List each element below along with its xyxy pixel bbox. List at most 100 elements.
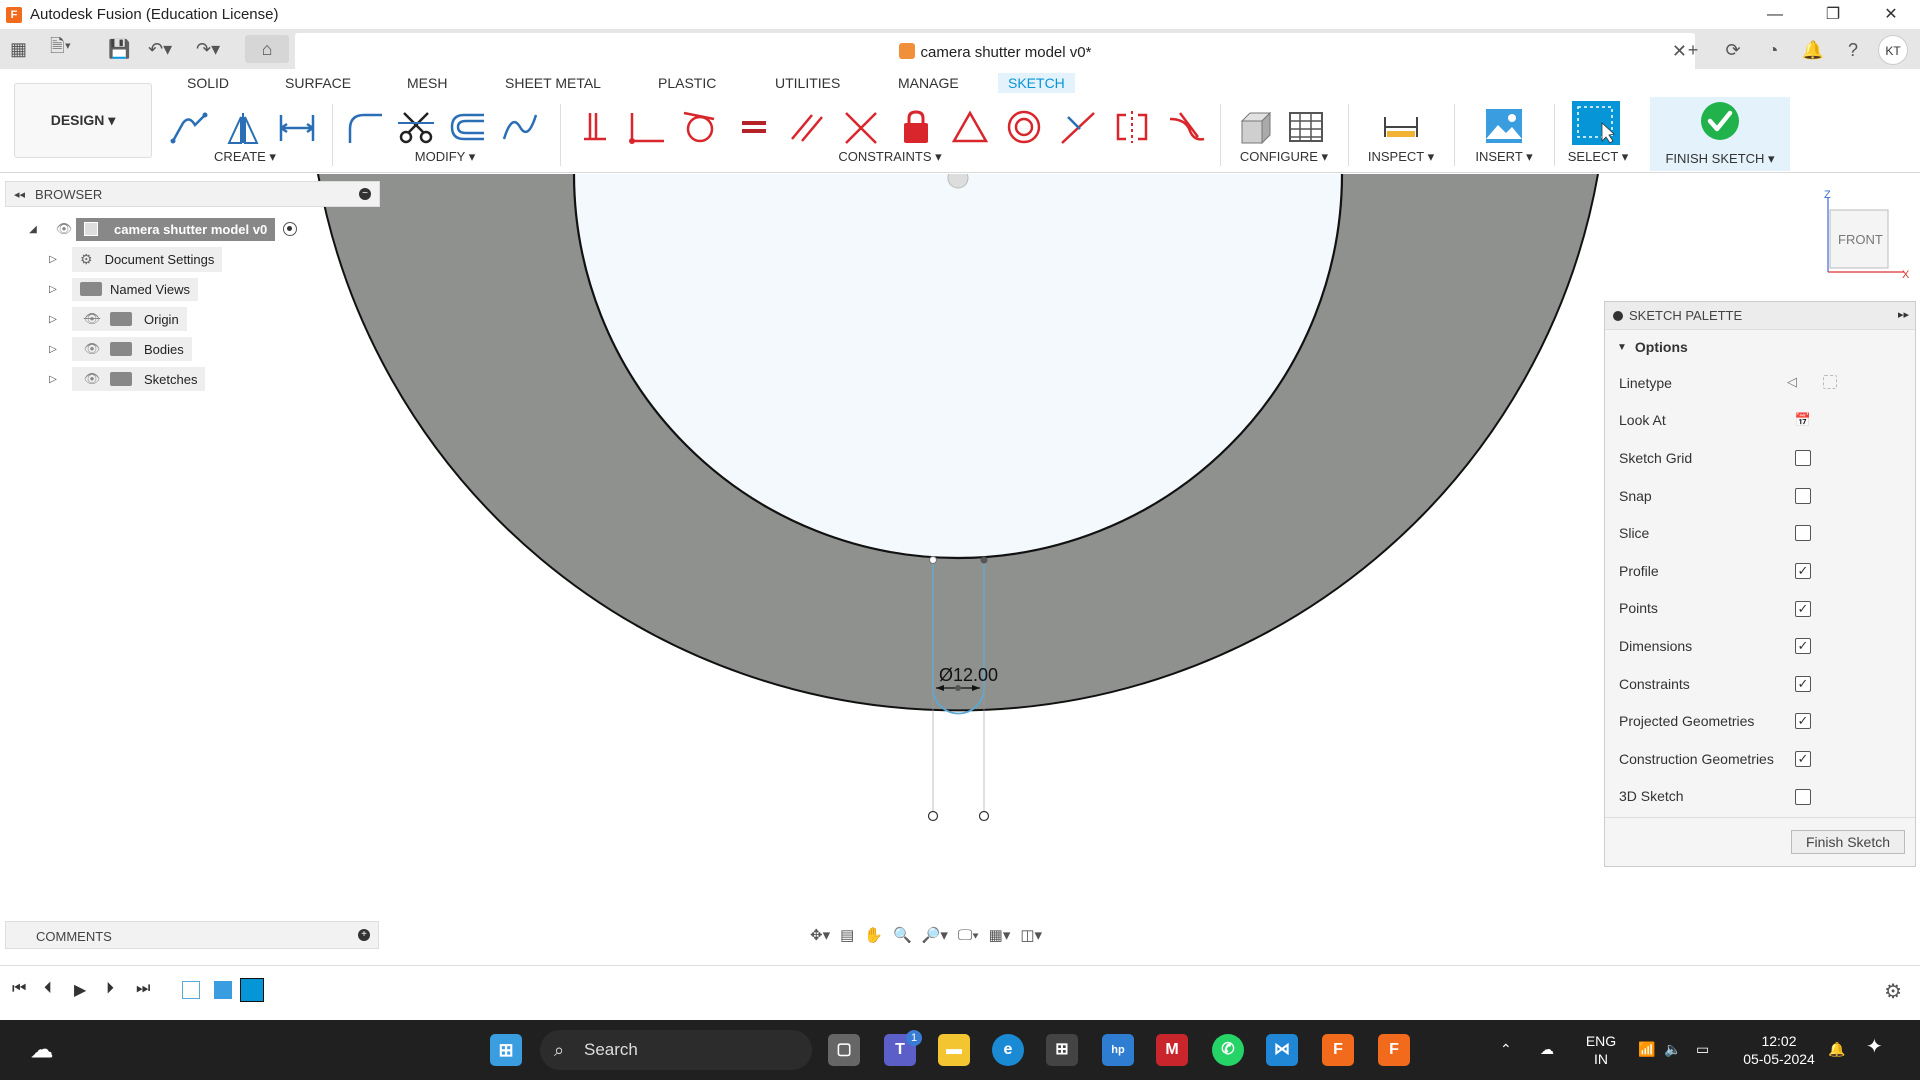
tangent-icon[interactable] [680, 109, 720, 145]
expand-triangle-icon[interactable]: ▷ [46, 284, 60, 295]
concentric-icon[interactable] [1004, 109, 1044, 145]
close-window-button[interactable]: ✕ [1862, 0, 1920, 29]
visibility-eye-icon[interactable]: 👁 [80, 341, 104, 357]
construction-linetype-icon[interactable]: ◁ [1787, 375, 1797, 391]
language-indicator[interactable]: ENG IN [1584, 1032, 1618, 1068]
save-icon[interactable]: 💾 [108, 35, 130, 63]
trim-icon[interactable] [396, 109, 436, 145]
play-icon[interactable]: ▶ [74, 980, 86, 1000]
tree-row-named-views[interactable]: ▷ Named Views [46, 277, 198, 301]
viewports-icon[interactable]: ◫▾ [1020, 926, 1042, 944]
diameter-dimension[interactable]: Ø12.00 [939, 665, 998, 685]
collinear-icon[interactable] [1058, 109, 1098, 145]
palette-expand-icon[interactable]: ▸▸ [1898, 308, 1909, 321]
battery-icon[interactable]: ▭ [1696, 1040, 1709, 1058]
extensions-icon[interactable]: ⟳ [1718, 35, 1748, 65]
home-icon[interactable]: ⌂ [245, 35, 289, 63]
insert-menu[interactable]: INSERT ▾ [1462, 149, 1546, 165]
create-menu[interactable]: CREATE ▾ [165, 149, 325, 165]
tab-sheet-metal[interactable]: SHEET METAL [505, 73, 601, 93]
user-avatar[interactable]: KT [1878, 35, 1908, 65]
onedrive-icon[interactable]: ☁ [1540, 1040, 1554, 1058]
edge-browser-icon[interactable]: e [992, 1034, 1024, 1066]
task-view-icon[interactable]: ▢ [828, 1034, 860, 1066]
store-icon[interactable]: ⊞ [1046, 1034, 1078, 1066]
finish-sketch-group[interactable]: FINISH SKETCH ▾ [1650, 97, 1790, 171]
tab-manage[interactable]: MANAGE [898, 73, 959, 93]
apps-grid-icon[interactable]: ▦ [10, 35, 27, 63]
wifi-icon[interactable]: 📶 [1638, 1040, 1655, 1058]
insert-image-icon[interactable] [1484, 109, 1524, 145]
file-menu-icon[interactable]: 🗎▾ [50, 35, 71, 63]
new-tab-icon[interactable]: + [1678, 35, 1708, 65]
job-status-icon[interactable]: ◔ [1758, 35, 1788, 65]
select-window-icon[interactable] [1572, 101, 1620, 145]
timeline-sketch-feature-icon[interactable] [182, 981, 200, 999]
go-to-start-icon[interactable]: ⏮ [12, 980, 26, 998]
help-icon[interactable]: ? [1838, 35, 1868, 65]
palette-header[interactable]: SKETCH PALETTE ▸▸ [1605, 302, 1915, 330]
select-menu[interactable]: SELECT ▾ [1560, 149, 1636, 165]
tab-sketch[interactable]: SKETCH [998, 73, 1075, 93]
coincident-icon[interactable] [626, 109, 666, 145]
tree-row-bodies[interactable]: ▷ 👁 Bodies [46, 337, 192, 361]
profile-checkbox[interactable]: ✓ [1795, 562, 1811, 579]
finish-sketch-menu[interactable]: FINISH SKETCH ▾ [1650, 151, 1790, 167]
zoom-icon[interactable]: 🔍 [893, 926, 912, 944]
symmetry-icon[interactable] [1112, 109, 1152, 145]
construction-geometries-checkbox[interactable]: ✓ [1795, 750, 1811, 767]
undo-icon[interactable]: ↶▾ [148, 35, 172, 63]
parallel-icon[interactable] [788, 109, 828, 145]
tab-utilities[interactable]: UTILITIES [775, 73, 840, 93]
fusion-preview-taskbar-icon[interactable]: F [1378, 1034, 1410, 1066]
configure-menu[interactable]: CONFIGURE ▾ [1228, 149, 1340, 165]
configuration-table-icon[interactable] [1286, 109, 1326, 145]
tree-row-root[interactable]: ◢ 👁 camera shutter model v0 [26, 217, 298, 241]
browser-header[interactable]: ◂◂ BROWSER − [5, 181, 380, 207]
weather-icon[interactable]: ☁ [26, 1034, 58, 1066]
grid-settings-icon[interactable]: ▦▾ [989, 926, 1011, 944]
go-to-end-icon[interactable]: ⏭ [136, 980, 150, 998]
minimize-button[interactable]: — [1746, 0, 1804, 29]
comments-panel[interactable]: COMMENTS + [5, 921, 379, 949]
timeline-extrude-feature-icon[interactable] [214, 981, 232, 999]
midpoint-icon[interactable] [950, 109, 990, 145]
timeline-active-sketch-icon[interactable] [240, 978, 264, 1002]
constraints-checkbox[interactable]: ✓ [1795, 675, 1811, 692]
myhp-icon[interactable]: hp [1102, 1034, 1134, 1066]
tab-solid[interactable]: SOLID [187, 73, 229, 93]
step-forward-icon[interactable]: ⏵ [106, 980, 114, 998]
measure-icon[interactable] [1381, 109, 1421, 145]
horizontal-vertical-icon[interactable] [578, 109, 618, 145]
copilot-icon[interactable]: ✦ [1866, 1037, 1883, 1057]
projected-geometries-checkbox[interactable]: ✓ [1795, 713, 1811, 730]
tree-row-origin[interactable]: ▷ 👁 Origin [46, 307, 187, 331]
tree-row-document-settings[interactable]: ▷ ⚙ Document Settings [46, 246, 223, 272]
visibility-eye-icon[interactable]: 👁 [52, 221, 76, 237]
mirror-icon[interactable] [223, 109, 263, 145]
viewcube[interactable]: Z X FRONT [1820, 190, 1910, 280]
modify-menu[interactable]: MODIFY ▾ [340, 149, 550, 165]
tab-mesh[interactable]: MESH [407, 73, 447, 93]
tab-plastic[interactable]: PLASTIC [658, 73, 716, 93]
windows-start-icon[interactable]: ⊞ [490, 1034, 522, 1066]
document-tab[interactable]: camera shutter model v0* ✕ [295, 33, 1695, 69]
dimensions-checkbox[interactable]: ✓ [1795, 638, 1811, 655]
whatsapp-icon[interactable]: ✆ [1212, 1034, 1244, 1066]
display-settings-icon[interactable]: 🖵▾ [958, 927, 979, 944]
constraints-menu[interactable]: CONSTRAINTS ▾ [570, 149, 1210, 165]
palette-pin-icon[interactable] [1613, 310, 1623, 321]
finish-sketch-button[interactable]: Finish Sketch [1791, 830, 1905, 854]
workspace-switcher[interactable]: DESIGN ▾ [14, 83, 152, 158]
volume-icon[interactable]: 🔈 [1664, 1040, 1681, 1058]
tree-row-sketches[interactable]: ▷ 👁 Sketches [46, 367, 206, 391]
orbit-icon[interactable]: ✥▾ [810, 926, 830, 944]
centerline-linetype-icon[interactable] [1823, 375, 1837, 389]
sketch-dimension-icon[interactable] [277, 109, 317, 145]
clock[interactable]: 12:02 05-05-2024 [1734, 1032, 1824, 1068]
fusion-taskbar-icon[interactable]: F [1322, 1034, 1354, 1066]
fit-zoom-icon[interactable]: 🔎▾ [922, 926, 948, 944]
calendar-look-at-icon[interactable]: 📅 [1793, 413, 1813, 429]
fix-unfix-lock-icon[interactable] [896, 109, 936, 145]
equal-icon[interactable] [734, 109, 774, 145]
